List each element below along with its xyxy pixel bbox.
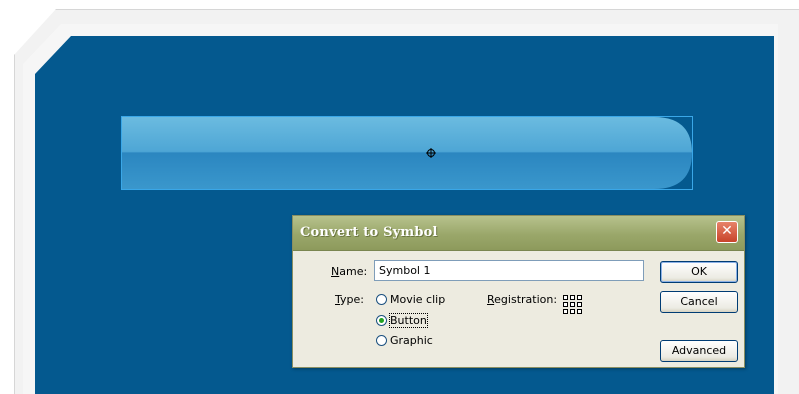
- registration-cell[interactable]: [570, 302, 575, 307]
- close-icon: ✕: [721, 223, 733, 239]
- cancel-button[interactable]: Cancel: [660, 291, 738, 313]
- type-option-movie-clip[interactable]: Movie clip: [376, 293, 445, 306]
- registration-cell[interactable]: [570, 309, 575, 314]
- dialog-title: Convert to Symbol: [300, 225, 438, 240]
- registration-cell[interactable]: [570, 295, 575, 300]
- ok-button[interactable]: OK: [660, 261, 738, 283]
- registration-cell[interactable]: [577, 309, 582, 314]
- radio-button[interactable]: [376, 315, 387, 326]
- convert-to-symbol-dialog: Convert to Symbol ✕ Name: Type: Movie cl…: [292, 215, 745, 368]
- button-shape-graphic: [122, 117, 692, 189]
- registration-cell[interactable]: [577, 295, 582, 300]
- type-label: Type:: [335, 293, 364, 306]
- registration-grid[interactable]: [563, 295, 582, 314]
- registration-cell[interactable]: [577, 302, 582, 307]
- selected-button-shape[interactable]: [121, 116, 693, 190]
- registration-label: Registration:: [487, 293, 558, 306]
- radio-label-button: Button: [389, 313, 428, 328]
- flash-authoring-screen: Convert to Symbol ✕ Name: Type: Movie cl…: [0, 0, 799, 394]
- radio-movie-clip[interactable]: [376, 294, 387, 305]
- advanced-button[interactable]: Advanced: [660, 340, 738, 362]
- registration-cell[interactable]: [563, 309, 568, 314]
- radio-label-graphic: Graphic: [390, 334, 433, 347]
- registration-cell[interactable]: [563, 295, 568, 300]
- registration-cell[interactable]: [563, 302, 568, 307]
- symbol-name-input[interactable]: [374, 260, 644, 281]
- type-option-graphic[interactable]: Graphic: [376, 334, 433, 347]
- dialog-titlebar[interactable]: Convert to Symbol ✕: [293, 216, 744, 251]
- registration-point-icon: [426, 148, 436, 158]
- radio-graphic[interactable]: [376, 335, 387, 346]
- radio-label-movie-clip: Movie clip: [390, 293, 446, 306]
- type-option-button[interactable]: Button: [376, 313, 428, 328]
- name-label: Name:: [331, 265, 368, 278]
- close-button[interactable]: ✕: [716, 221, 738, 243]
